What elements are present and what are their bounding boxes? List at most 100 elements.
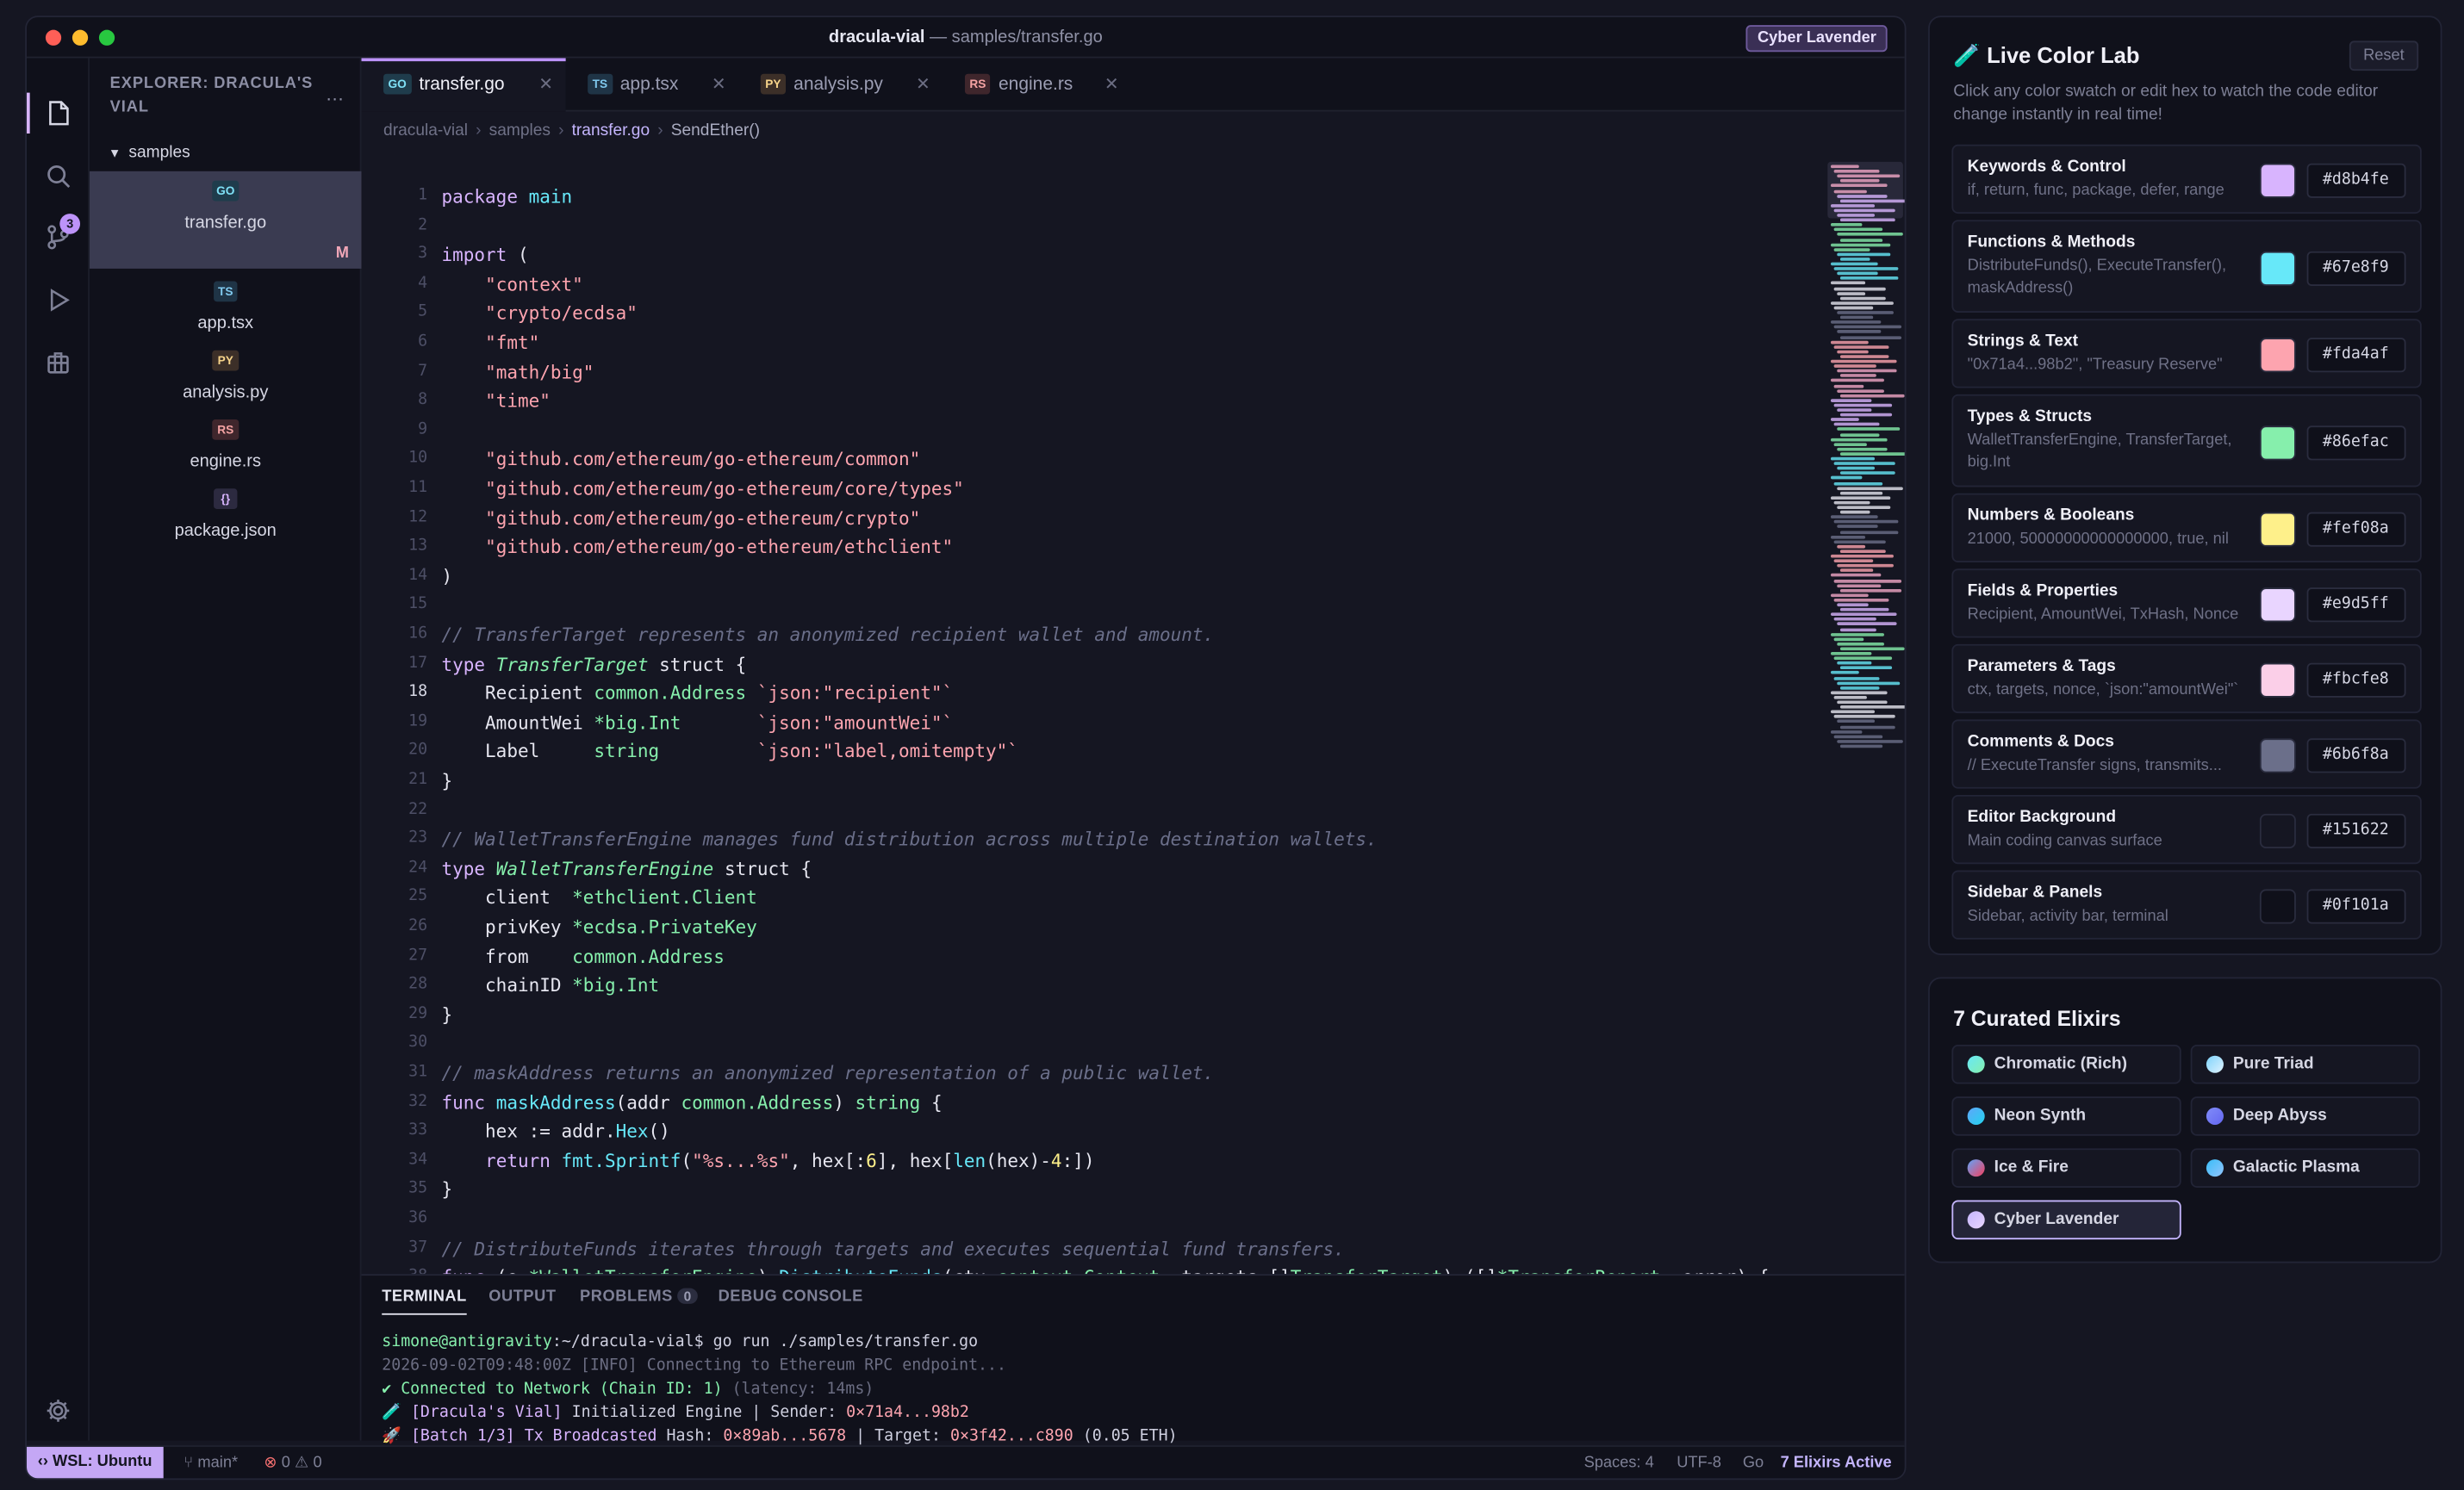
terminal-line: 🚀 [Batch 1/3] Tx Broadcasted Hash: 0×89a… bbox=[382, 1428, 1177, 1445]
elixir-label: Ice & Fire bbox=[1994, 1158, 2069, 1177]
code-token: } bbox=[441, 1003, 453, 1026]
code-token: 6 bbox=[866, 1149, 877, 1172]
tab-problems[interactable]: PROBLEMS 0 bbox=[580, 1288, 699, 1306]
source-control-icon[interactable]: 3 bbox=[44, 214, 81, 251]
line-number: 7 bbox=[418, 362, 428, 380]
code-token: (ctx bbox=[943, 1266, 997, 1274]
tab-label: app.tsx bbox=[619, 75, 679, 95]
run-debug-icon[interactable] bbox=[44, 286, 72, 314]
minimap-line bbox=[1837, 233, 1903, 237]
branch-indicator[interactable]: ⑂ main* bbox=[184, 1455, 238, 1472]
color-row-description: Main coding canvas surface bbox=[1967, 832, 2162, 850]
line-number: 8 bbox=[418, 391, 428, 409]
minimap-line bbox=[1830, 301, 1894, 305]
hex-input[interactable]: #fbcfe8 bbox=[2306, 662, 2406, 698]
color-row-strings-text: Strings & Text "0x71a4...98b2", "Treasury… bbox=[1951, 319, 2422, 388]
tab-debug-console[interactable]: DEBUG CONSOLE bbox=[719, 1288, 863, 1306]
code-editor[interactable]: 1 package main 2 3 import (4 "context" 5 "cry… bbox=[362, 162, 1823, 1274]
reset-button[interactable]: Reset bbox=[2349, 40, 2419, 71]
color-swatch[interactable] bbox=[2259, 813, 2296, 848]
search-icon[interactable] bbox=[44, 162, 72, 190]
hex-input[interactable]: #67e8f9 bbox=[2306, 250, 2406, 286]
minimap-line bbox=[1839, 374, 1876, 378]
elixir-chromatic-rich[interactable]: Chromatic (Rich) bbox=[1951, 1044, 2181, 1084]
hex-input[interactable]: #d8b4fe bbox=[2306, 163, 2406, 198]
file-package-json[interactable]: {} package.json bbox=[90, 479, 362, 576]
minimap-line bbox=[1830, 340, 1869, 344]
theme-badge[interactable]: Cyber Lavender bbox=[1746, 25, 1888, 53]
close-tab-icon[interactable]: ✕ bbox=[712, 58, 726, 111]
tab-transfer-go[interactable]: GO transfer.go ✕ bbox=[361, 58, 566, 112]
color-swatch[interactable] bbox=[2259, 425, 2296, 460]
elixir-pure-triad[interactable]: Pure Triad bbox=[2190, 1044, 2420, 1084]
ts-file-icon: TS bbox=[213, 281, 238, 302]
code-line: return fmt.Sprintf("%s...%s", hex[:6], h… bbox=[442, 1149, 1094, 1172]
code-token: *TransferReport bbox=[1497, 1266, 1660, 1274]
minimap-line bbox=[1830, 262, 1878, 266]
minimap-line bbox=[1837, 311, 1894, 314]
tab-analysis-py[interactable]: PY analysis.py ✕ bbox=[738, 58, 943, 111]
terminal-line: 2026-09-02T09:48:00Z [INFO] Connecting t… bbox=[382, 1357, 1006, 1375]
elixir-neon-synth[interactable]: Neon Synth bbox=[1951, 1096, 2181, 1136]
explorer-icon[interactable] bbox=[27, 92, 72, 134]
hex-input[interactable]: #fef08a bbox=[2306, 512, 2406, 547]
color-swatch[interactable] bbox=[2259, 587, 2296, 623]
tab-terminal[interactable]: TERMINAL bbox=[382, 1288, 467, 1315]
hex-input[interactable]: #86efac bbox=[2306, 425, 2406, 460]
breadcrumb-item[interactable]: dracula-vial bbox=[383, 121, 468, 140]
close-tab-icon[interactable]: ✕ bbox=[1104, 58, 1119, 111]
branch-label: main* bbox=[197, 1455, 239, 1473]
remote-indicator[interactable]: ‹› WSL: Ubuntu bbox=[27, 1446, 164, 1479]
elixirs-indicator[interactable]: 7 Elixirs Active bbox=[1781, 1455, 1892, 1472]
close-tab-icon[interactable]: ✕ bbox=[538, 61, 553, 110]
elixir-deep-abyss[interactable]: Deep Abyss bbox=[2190, 1096, 2420, 1136]
elixir-label: Cyber Lavender bbox=[1994, 1209, 2119, 1229]
elixir-ice-fire[interactable]: Ice & Fire bbox=[1951, 1148, 2181, 1188]
tab-output[interactable]: OUTPUT bbox=[488, 1288, 556, 1306]
color-swatch[interactable] bbox=[2259, 512, 2296, 547]
elixir-galactic-plasma[interactable]: Galactic Plasma bbox=[2190, 1148, 2420, 1188]
code-token: `json:"label,omitempty"` bbox=[756, 740, 1018, 763]
tab-engine-rs[interactable]: RS engine.rs ✕ bbox=[943, 58, 1131, 111]
hex-input[interactable]: #e9d5ff bbox=[2306, 587, 2406, 623]
color-swatch[interactable] bbox=[2259, 889, 2296, 924]
encoding-indicator[interactable]: UTF-8 bbox=[1677, 1455, 1721, 1472]
extensions-icon[interactable] bbox=[44, 349, 72, 377]
language-indicator[interactable]: Go bbox=[1743, 1455, 1764, 1472]
hex-input[interactable]: #fda4af bbox=[2306, 338, 2406, 373]
elixir-cyber-lavender[interactable]: Cyber Lavender bbox=[1951, 1200, 2181, 1240]
breadcrumb-item[interactable]: SendEther() bbox=[671, 121, 760, 140]
breadcrumb-item[interactable]: samples bbox=[489, 121, 551, 140]
minimap-line bbox=[1837, 680, 1901, 685]
color-swatch[interactable] bbox=[2259, 738, 2296, 773]
code-token: () bbox=[648, 1120, 670, 1143]
code-token: hex := addr. bbox=[441, 1120, 616, 1143]
line-number: 14 bbox=[408, 567, 428, 585]
explorer-more-button[interactable]: … bbox=[326, 84, 345, 106]
hex-input[interactable]: #6b6f8a bbox=[2306, 738, 2406, 773]
terminal-token: 🚀 bbox=[382, 1428, 411, 1446]
color-row-name: Sidebar & Panels bbox=[1967, 883, 2103, 902]
terminal-token: simone@antigravity bbox=[382, 1333, 552, 1351]
color-swatch[interactable] bbox=[2259, 338, 2296, 373]
tab-app-tsx[interactable]: TS app.tsx ✕ bbox=[566, 58, 739, 111]
color-swatch[interactable] bbox=[2259, 250, 2296, 286]
hex-input[interactable]: #151622 bbox=[2306, 813, 2406, 848]
terminal-token: Hash: bbox=[656, 1428, 724, 1446]
problems-indicator[interactable]: ⊗ 0 ⚠ 0 bbox=[264, 1455, 321, 1472]
minimap[interactable] bbox=[1827, 161, 1905, 759]
tab-label: analysis.py bbox=[793, 75, 883, 95]
folder-samples[interactable]: ▼ samples bbox=[109, 143, 190, 162]
spaces-indicator[interactable]: Spaces: 4 bbox=[1584, 1455, 1654, 1472]
color-swatch[interactable] bbox=[2259, 163, 2296, 198]
color-lab-title: 🧪 Live Color Lab bbox=[1953, 42, 2140, 68]
close-tab-icon[interactable]: ✕ bbox=[916, 58, 930, 111]
file-transfer-go[interactable]: GO transfer.go M bbox=[89, 171, 362, 269]
breadcrumb-item[interactable]: transfer.go bbox=[572, 121, 650, 140]
code-token: struct { bbox=[648, 653, 747, 675]
go-file-icon: GO bbox=[383, 73, 412, 95]
settings-gear-icon[interactable] bbox=[44, 1397, 72, 1425]
color-swatch[interactable] bbox=[2259, 662, 2296, 698]
code-token: `json:"amountWei"` bbox=[756, 711, 954, 734]
hex-input[interactable]: #0f101a bbox=[2306, 889, 2406, 924]
